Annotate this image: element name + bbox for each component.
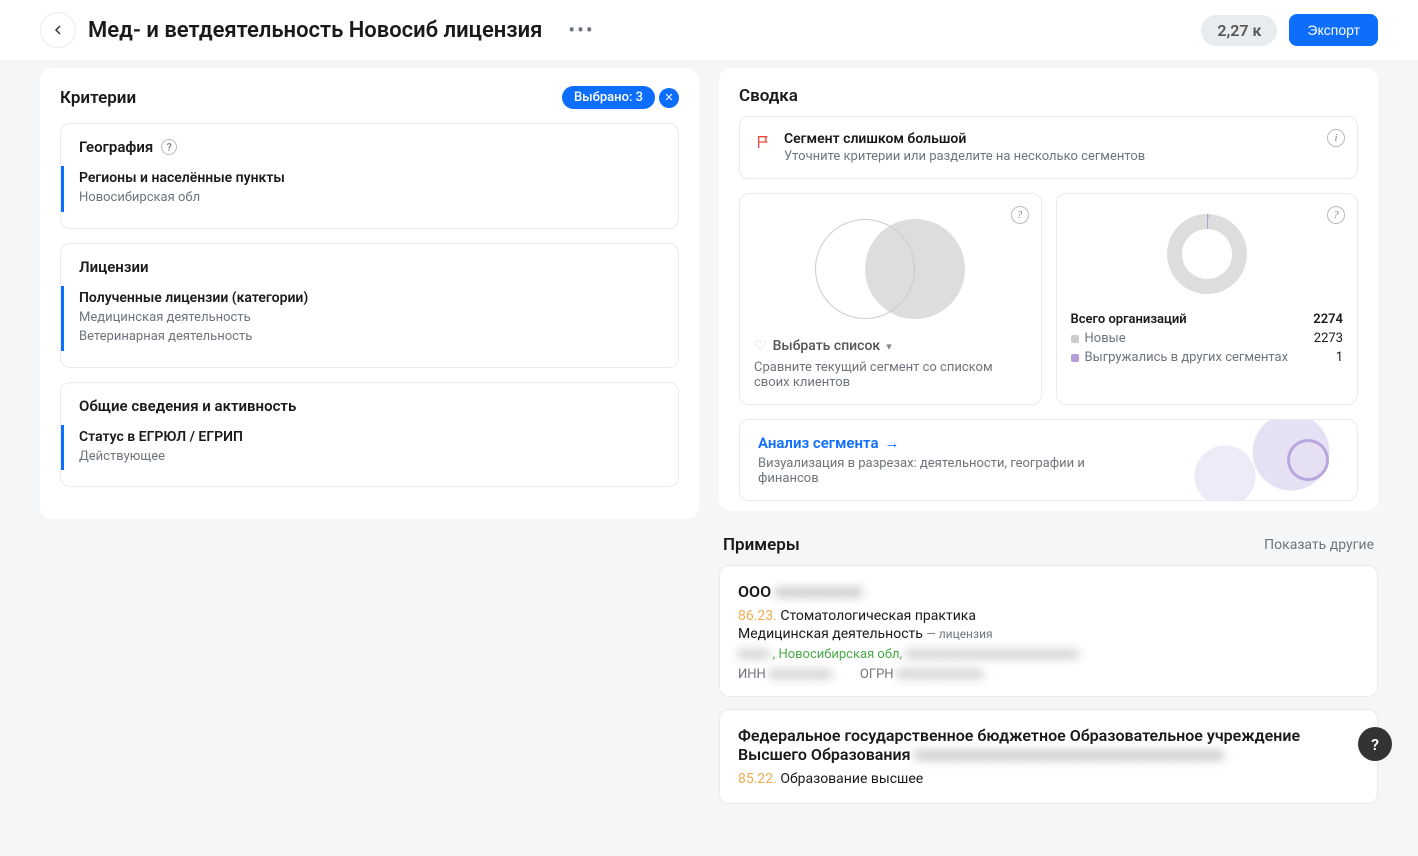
arrow-left-icon [50,22,66,38]
criteria-group-geography[interactable]: География ? Регионы и населённые пункты … [60,123,679,229]
show-other-examples-button[interactable]: Показать другие [1264,537,1374,553]
question-icon: ? [1371,735,1379,754]
flag-icon [756,133,772,164]
example-item[interactable]: Федеральное государственное бюджетное Об… [719,709,1378,804]
example-location: ■■■■ , Новосибирская обл, ■■■■■■■■■■■■■■… [738,646,1359,662]
criteria-group-title: Лицензии [79,258,149,276]
example-activity: 86.23. Стоматологическая практика [738,608,1359,624]
totals-label: Всего организаций [1071,312,1187,327]
criteria-item-value: Новосибирская обл [79,188,660,208]
criteria-item[interactable]: Регионы и населённые пункты Новосибирска… [61,166,660,212]
totals-card: ? Всего организаций 2274 Новые 2273 Выгр… [1056,193,1359,405]
criteria-item-name: Регионы и населённые пункты [79,170,660,186]
criteria-group-licenses[interactable]: Лицензии Полученные лицензии (категории)… [60,243,679,368]
criteria-item-value: Действующее [79,447,660,467]
exported-value: 1 [1336,350,1343,365]
example-activity: 85.22. Образование высшее [738,771,1359,787]
criteria-group-title: География [79,138,153,156]
ellipsis-icon: ••• [568,18,594,42]
new-value: 2273 [1314,331,1343,346]
criteria-item-name: Полученные лицензии (категории) [79,290,660,306]
donut-chart [1167,214,1247,294]
info-icon[interactable]: i [1327,129,1345,147]
select-list-dropdown[interactable]: ♡ Выбрать список ▾ [754,338,1027,354]
select-list-label: Выбрать список [773,338,881,354]
criteria-panel-title: Критерии [60,88,136,108]
criteria-panel: Критерии Выбрано: 3 ✕ География ? Р [40,68,699,519]
exported-label: Выгружались в других сегментах [1085,350,1289,365]
close-icon: ✕ [664,91,673,104]
more-menu-button[interactable]: ••• [562,14,600,46]
heart-icon: ♡ [754,338,767,354]
compare-hint: Сравните текущий сегмент со списком свои… [754,360,1027,390]
example-item[interactable]: ООО ■■■■■■■■■ 86.23. Стоматологическая п… [719,565,1378,697]
chevron-down-icon: ▾ [886,340,892,353]
alert-title: Сегмент слишком большой [784,131,1145,147]
example-name: Федеральное государственное бюджетное Об… [738,726,1359,765]
venn-diagram [785,214,995,324]
help-icon[interactable]: ? [161,139,177,155]
info-icon[interactable]: ? [1011,206,1029,224]
example-ids: ИНН ■■■■■■■■ ОГРН ■■■■■■■■■■■ [738,666,1359,682]
analysis-link-card[interactable]: Анализ сегмента → Визуализация в разреза… [739,419,1358,501]
segment-too-large-alert: Сегмент слишком большой Уточните критери… [739,116,1358,179]
back-button[interactable] [40,12,76,48]
example-license: Медицинская деятельность — лицензия [738,626,1359,642]
criteria-group-general[interactable]: Общие сведения и активность Статус в ЕГР… [60,382,679,488]
criteria-item[interactable]: Полученные лицензии (категории) Медицинс… [61,286,660,351]
example-name: ООО ■■■■■■■■■ [738,582,1359,602]
criteria-item[interactable]: Статус в ЕГРЮЛ / ЕГРИП Действующее [61,425,660,471]
summary-panel: Сводка Сегмент слишком большой Уточните … [719,68,1378,511]
decorative-map-icon [1137,420,1357,500]
new-label: Новые [1085,331,1126,346]
alert-desc: Уточните критерии или разделите на неско… [784,149,1145,164]
compare-card: ? ♡ Выбрать список ▾ Сравните текущий се… [739,193,1042,405]
info-icon[interactable]: ? [1327,206,1345,224]
help-fab-button[interactable]: ? [1358,727,1392,761]
export-button[interactable]: Экспорт [1289,14,1378,46]
examples-title: Примеры [723,535,800,555]
criteria-item-name: Статус в ЕГРЮЛ / ЕГРИП [79,429,660,445]
summary-panel-title: Сводка [739,86,798,106]
page-title: Мед- и ветдеятельность Новосиб лицензия [88,18,542,43]
analysis-link[interactable]: Анализ сегмента → [758,434,900,452]
legend-dot-gray [1071,335,1079,343]
clear-filters-button[interactable]: ✕ [659,88,679,108]
criteria-group-title: Общие сведения и активность [79,397,296,415]
result-count-pill: 2,27 к [1201,15,1277,46]
totals-value: 2274 [1313,312,1343,327]
analysis-desc: Визуализация в разрезах: деятельности, г… [758,456,1118,486]
criteria-item-value: Медицинская деятельность Ветеринарная де… [79,308,660,347]
selected-count-chip[interactable]: Выбрано: 3 [562,86,655,109]
arrow-right-icon: → [885,434,900,452]
legend-dot-purple [1071,354,1079,362]
selected-count-label: Выбрано: 3 [574,90,643,105]
